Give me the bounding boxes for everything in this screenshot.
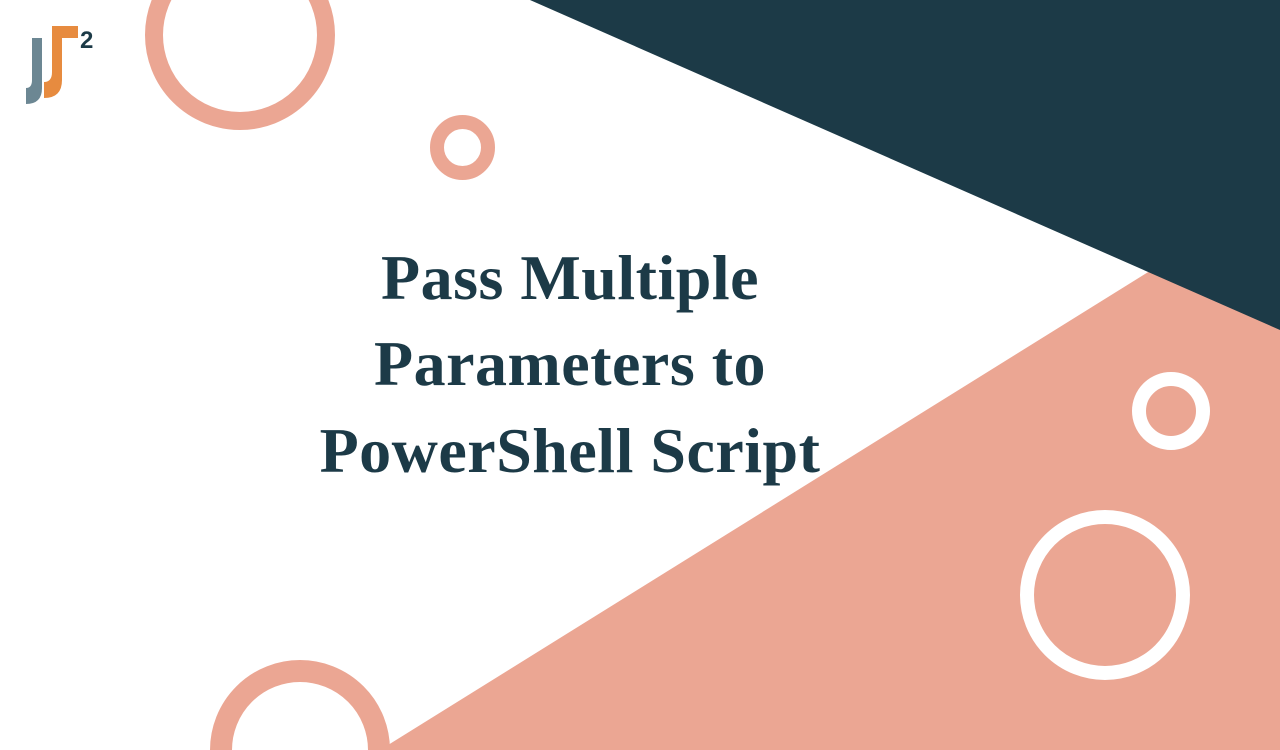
title-line-2: Parameters to [160, 321, 980, 407]
circle-decoration-bottom-right-large [1020, 510, 1190, 680]
title-line-3: PowerShell Script [160, 408, 980, 494]
circle-decoration-top-left [145, 0, 335, 130]
circle-decoration-bottom-left [210, 660, 390, 750]
svg-text:2: 2 [80, 27, 93, 54]
title-line-1: Pass Multiple [160, 235, 980, 321]
circle-decoration-bottom-right-small [1132, 372, 1210, 450]
site-logo-icon: 2 [22, 18, 102, 108]
hero-banner: 2 Pass Multiple Parameters to PowerShell… [0, 0, 1280, 750]
circle-decoration-mid-small [430, 115, 495, 180]
page-title: Pass Multiple Parameters to PowerShell S… [160, 235, 980, 494]
